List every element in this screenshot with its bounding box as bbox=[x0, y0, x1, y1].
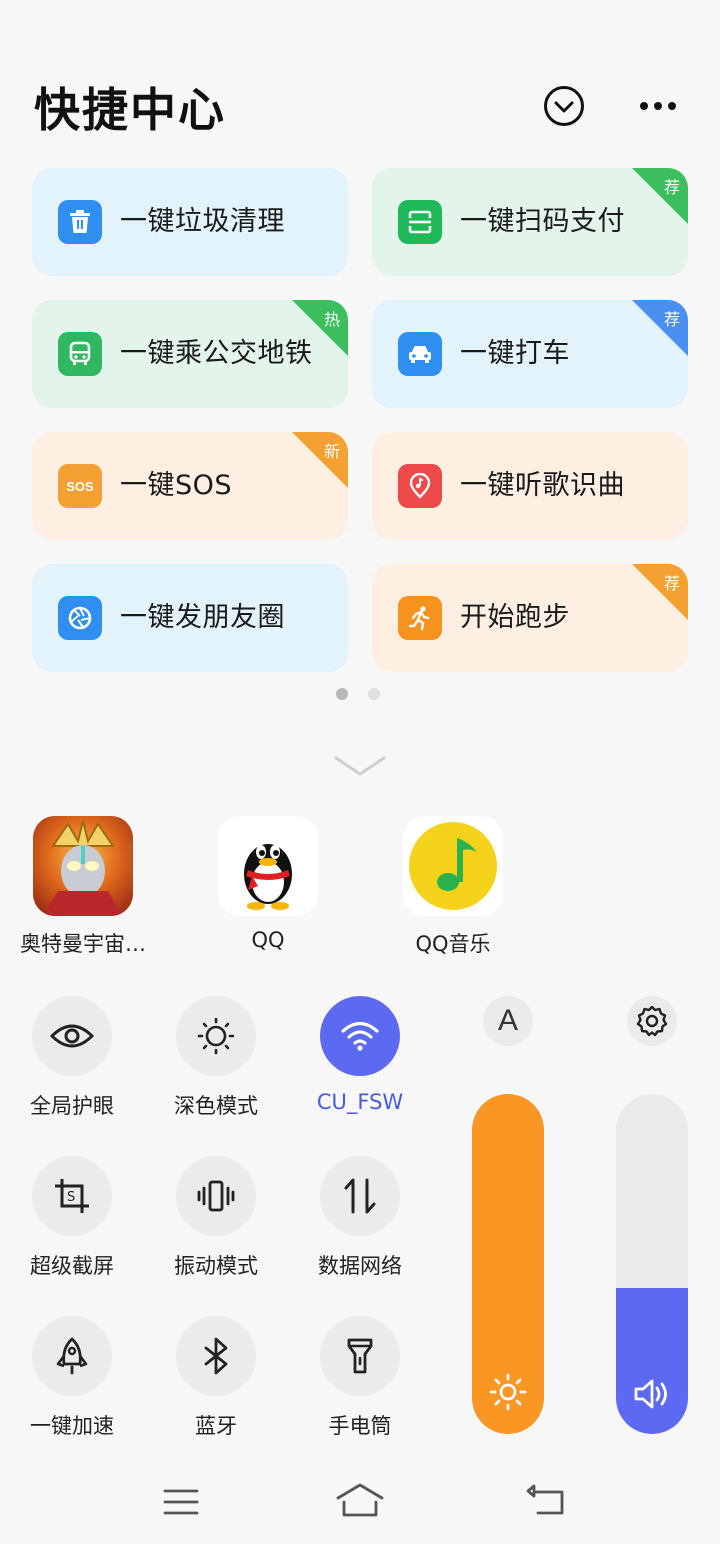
app-qq-music[interactable]: QQ音乐 bbox=[378, 816, 528, 958]
scan-icon bbox=[398, 200, 442, 244]
toggle-label: 手电筒 bbox=[328, 1414, 392, 1438]
app-qq[interactable]: QQ bbox=[193, 816, 343, 952]
recommend-badge: 荐 bbox=[632, 168, 688, 224]
gear-icon bbox=[636, 1005, 668, 1037]
toggle-label: 全局护眼 bbox=[30, 1094, 114, 1118]
toggle-label: 一键加速 bbox=[30, 1414, 114, 1438]
shortcut-taxi[interactable]: 一键打车 荐 bbox=[372, 300, 688, 408]
shortcut-label: 一键发朋友圈 bbox=[120, 602, 285, 633]
system-nav-bar bbox=[0, 1480, 720, 1524]
page-dot bbox=[368, 688, 380, 700]
dark-mode-icon bbox=[176, 996, 256, 1076]
app-ultraman[interactable]: 奥特曼宇宙… bbox=[8, 816, 158, 958]
toggle-bluetooth[interactable]: 蓝牙 bbox=[151, 1316, 281, 1440]
music-pin-icon bbox=[398, 464, 442, 508]
more-dots-icon bbox=[640, 102, 676, 110]
svg-text:S: S bbox=[67, 1190, 75, 1205]
ultraman-game-icon bbox=[33, 816, 133, 916]
shortcut-clean-junk[interactable]: 一键垃圾清理 bbox=[32, 168, 348, 276]
running-icon bbox=[398, 596, 442, 640]
shortcut-label: 一键听歌识曲 bbox=[460, 470, 625, 501]
shortcut-moments[interactable]: 一键发朋友圈 bbox=[32, 564, 348, 672]
back-icon bbox=[526, 1484, 564, 1515]
bluetooth-icon bbox=[176, 1316, 256, 1396]
shortcut-label: 一键打车 bbox=[460, 338, 570, 369]
back-button[interactable] bbox=[524, 1480, 574, 1524]
flashlight-icon bbox=[320, 1316, 400, 1396]
auto-brightness-button[interactable]: A bbox=[483, 996, 533, 1046]
shortcut-label: 一键垃圾清理 bbox=[120, 206, 285, 237]
toggle-wifi[interactable]: CU_FSW bbox=[295, 996, 425, 1114]
page-title: 快捷中心 bbox=[34, 83, 226, 137]
collapse-button[interactable] bbox=[542, 84, 586, 128]
new-badge: 新 bbox=[292, 432, 348, 488]
shortcut-sos[interactable]: SOS 一键SOS 新 bbox=[32, 432, 348, 540]
chevron-circle-down-icon bbox=[544, 86, 584, 126]
hot-badge: 热 bbox=[292, 300, 348, 356]
shortcut-label: 一键乘公交地铁 bbox=[120, 338, 313, 369]
wifi-icon bbox=[320, 996, 400, 1076]
menu-icon bbox=[163, 1489, 199, 1515]
app-name: QQ音乐 bbox=[415, 932, 491, 956]
toggle-label: 蓝牙 bbox=[195, 1414, 237, 1438]
brightness-icon bbox=[472, 1372, 544, 1416]
qq-music-icon bbox=[403, 816, 503, 916]
brightness-slider[interactable] bbox=[472, 1094, 544, 1434]
menu-button[interactable] bbox=[156, 1480, 206, 1524]
sos-icon: SOS bbox=[58, 464, 102, 508]
header: 快捷中心 bbox=[34, 80, 690, 140]
toggle-speed-up[interactable]: 一键加速 bbox=[7, 1316, 137, 1440]
shortcut-label: 一键扫码支付 bbox=[460, 206, 625, 237]
shortcut-label: 开始跑步 bbox=[460, 602, 570, 633]
recommend-badge: 荐 bbox=[632, 564, 688, 620]
more-options-button[interactable] bbox=[636, 84, 680, 128]
toggle-vibrate[interactable]: 振动模式 bbox=[151, 1156, 281, 1280]
app-name: 奥特曼宇宙… bbox=[20, 932, 146, 956]
trash-icon bbox=[58, 200, 102, 244]
qq-penguin-icon bbox=[218, 816, 318, 916]
vibrate-icon bbox=[176, 1156, 256, 1236]
shortcut-scan-pay[interactable]: 一键扫码支付 荐 bbox=[372, 168, 688, 276]
data-network-icon bbox=[320, 1156, 400, 1236]
recommend-badge: 荐 bbox=[632, 300, 688, 356]
screenshot-icon: S bbox=[32, 1156, 112, 1236]
toggle-mobile-data[interactable]: 数据网络 bbox=[295, 1156, 425, 1280]
toggle-label: 超级截屏 bbox=[30, 1254, 114, 1278]
home-button[interactable] bbox=[335, 1480, 385, 1524]
camera-shutter-icon bbox=[58, 596, 102, 640]
rocket-icon bbox=[32, 1316, 112, 1396]
shortcut-label: 一键SOS bbox=[120, 470, 233, 501]
toggle-eye-care[interactable]: 全局护眼 bbox=[7, 996, 137, 1120]
toggle-dark-mode[interactable]: 深色模式 bbox=[151, 996, 281, 1120]
shortcut-bus-metro[interactable]: 一键乘公交地铁 热 bbox=[32, 300, 348, 408]
shortcut-song-recognition[interactable]: 一键听歌识曲 bbox=[372, 432, 688, 540]
toggle-label: CU_FSW bbox=[316, 1090, 404, 1114]
speaker-icon bbox=[616, 1376, 688, 1416]
toggle-flashlight[interactable]: 手电筒 bbox=[295, 1316, 425, 1440]
settings-button[interactable] bbox=[627, 996, 677, 1046]
expand-handle[interactable] bbox=[334, 754, 386, 784]
bus-icon bbox=[58, 332, 102, 376]
toggle-label: 数据网络 bbox=[318, 1254, 402, 1278]
chevron-down-icon bbox=[334, 756, 386, 776]
app-name: QQ bbox=[251, 928, 285, 952]
car-icon bbox=[398, 332, 442, 376]
toggle-label: 深色模式 bbox=[174, 1094, 258, 1118]
volume-slider[interactable] bbox=[616, 1094, 688, 1434]
auto-brightness-label: A bbox=[497, 1004, 518, 1037]
shortcut-start-running[interactable]: 开始跑步 荐 bbox=[372, 564, 688, 672]
eye-icon bbox=[32, 996, 112, 1076]
recent-apps: 奥特曼宇宙… QQ QQ音乐 bbox=[0, 816, 720, 956]
home-icon bbox=[336, 1483, 384, 1517]
toggle-super-screenshot[interactable]: S 超级截屏 bbox=[7, 1156, 137, 1280]
page-dot-active bbox=[336, 688, 348, 700]
toggle-label: 振动模式 bbox=[174, 1254, 258, 1278]
